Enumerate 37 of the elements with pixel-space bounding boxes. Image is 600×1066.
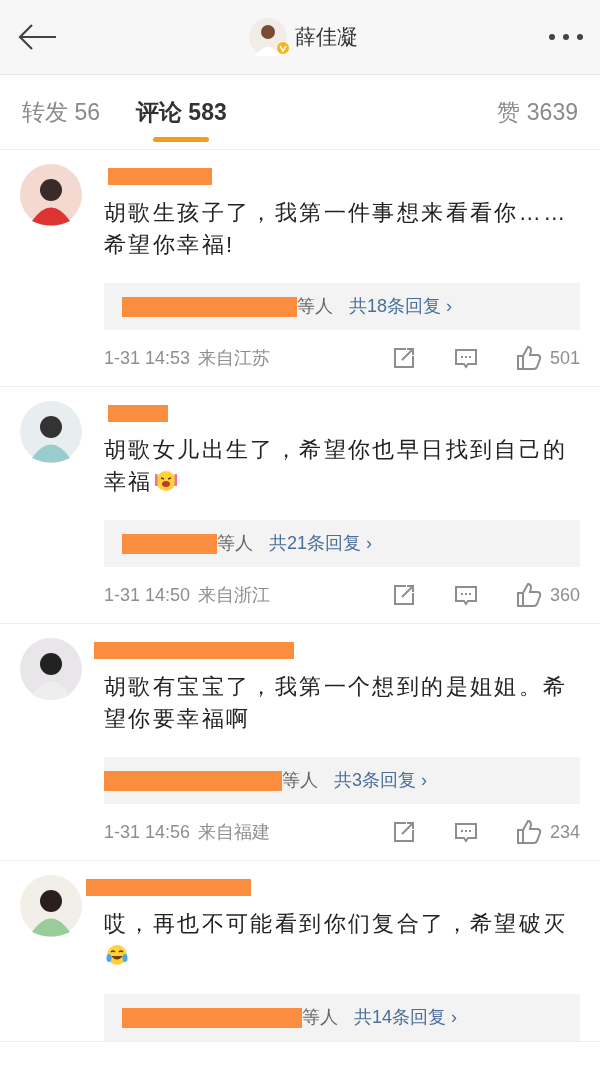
thumbs-up-icon <box>515 345 542 371</box>
reply-count-text: 等人 <box>217 532 253 555</box>
reply-count-text: 等人 <box>302 1006 338 1029</box>
reply-count-text: 等人 <box>282 769 318 792</box>
location-text: 来自福建 <box>198 820 271 844</box>
profile-name: 薛佳凝 <box>294 24 358 51</box>
replies-link[interactable]: 共3条回复 › <box>334 767 427 794</box>
redaction-bar <box>108 405 168 422</box>
comment-icon[interactable] <box>453 821 478 843</box>
thumbs-up-icon <box>515 582 542 608</box>
location-text: 来自浙江 <box>198 583 271 607</box>
more-icon[interactable] <box>548 31 584 43</box>
tab[interactable]: 转发 56 <box>22 74 100 150</box>
timestamp: 1-31 14:56 <box>104 820 191 844</box>
replies-link[interactable]: 共14条回复 › <box>354 1004 458 1031</box>
comment-text: 胡歌生孩子了，我第一件事想来看看你……希望你幸福! <box>104 200 568 257</box>
share-icon[interactable] <box>391 583 416 607</box>
tab[interactable]: 评论 583 <box>136 74 227 150</box>
tab[interactable]: 赞 3639 <box>497 74 578 150</box>
timestamp: 1-31 14:50 <box>104 583 191 607</box>
comment-text: 哎，再也不可能看到你们复合了，希望破灭 <box>104 911 568 936</box>
like-button[interactable]: 234 <box>515 818 580 846</box>
timestamp: 1-31 14:53 <box>104 346 191 370</box>
replies-link[interactable]: 共21条回复 › <box>269 530 373 557</box>
thumbs-up-icon <box>515 819 542 845</box>
comment-text: 胡歌有宝宝了，我第一个想到的是姐姐。希望你要幸福啊 <box>104 674 568 731</box>
reply-count-text: 等人 <box>297 295 333 318</box>
comment-text: 胡歌女儿出生了，希望你也早日找到自己的幸福 <box>104 437 568 494</box>
like-button[interactable]: 360 <box>515 581 580 609</box>
share-icon[interactable] <box>391 820 416 844</box>
comment-icon[interactable] <box>453 584 478 606</box>
back-icon[interactable] <box>16 23 58 51</box>
like-button[interactable]: 501 <box>515 344 580 372</box>
share-icon[interactable] <box>391 346 416 370</box>
location-text: 来自江苏 <box>198 346 271 370</box>
replies-link[interactable]: 共18条回复 › <box>349 293 453 320</box>
comment-icon[interactable] <box>453 347 478 369</box>
